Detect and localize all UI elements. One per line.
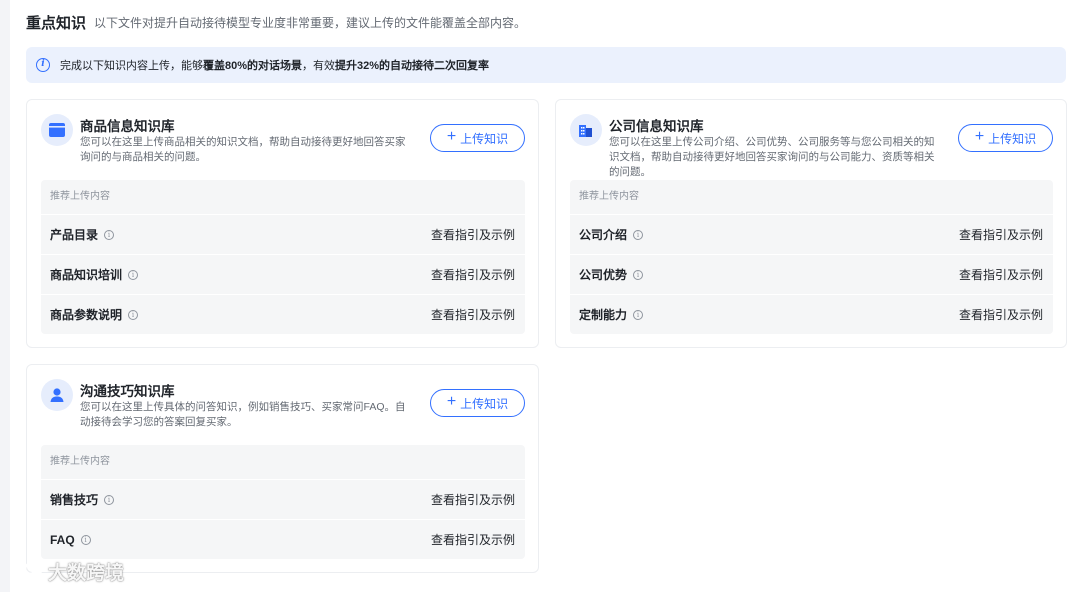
item-label: FAQ bbox=[50, 532, 75, 547]
notice-text-prefix: 完成以下知识内容上传，能够 bbox=[60, 60, 203, 72]
item-name: 定制能力 i bbox=[579, 306, 644, 323]
info-icon: i bbox=[36, 58, 50, 72]
box-icon bbox=[41, 114, 73, 146]
notice-text: 完成以下知识内容上传，能够覆盖80%的对话场景，有效提升32%的自动接待二次回复… bbox=[60, 57, 489, 73]
view-guide-link[interactable]: 查看指引及示例 bbox=[431, 306, 515, 323]
view-guide-link[interactable]: 查看指引及示例 bbox=[959, 226, 1043, 243]
recommended-list: 推荐上传内容 产品目录 i 查看指引及示例 商品知识培训 i 查看指引及示例 商品参… bbox=[41, 180, 525, 334]
info-notice: i 完成以下知识内容上传，能够覆盖80%的对话场景，有效提升32%的自动接待二次… bbox=[26, 47, 1066, 83]
item-label: 公司介绍 bbox=[579, 228, 628, 242]
recommended-header: 推荐上传内容 bbox=[50, 191, 110, 202]
view-guide-link[interactable]: 查看指引及示例 bbox=[431, 491, 515, 508]
item-label: 公司优势 bbox=[579, 268, 628, 282]
upload-knowledge-button[interactable]: + 上传知识 bbox=[958, 124, 1053, 152]
view-guide-link[interactable]: 查看指引及示例 bbox=[959, 306, 1043, 323]
card-description: 您可以在这里上传具体的问答知识，例如销售技巧、买家常问FAQ。自动接待会学习您的… bbox=[80, 401, 406, 428]
item-name: 公司优势 i bbox=[579, 266, 644, 283]
recommended-header: 推荐上传内容 bbox=[50, 456, 110, 467]
item-name: 商品参数说明 i bbox=[50, 306, 139, 323]
agent-icon bbox=[41, 379, 73, 411]
section-header: 重点知识 以下文件对提升自动接待模型专业度非常重要，建议上传的文件能覆盖全部内容… bbox=[26, 10, 526, 34]
card-description: 您可以在这里上传公司介绍、公司优势、公司服务等与您公司相关的知识文档，帮助自动接… bbox=[609, 136, 935, 178]
item-name: 商品知识培训 i bbox=[50, 266, 139, 283]
view-guide-link[interactable]: 查看指引及示例 bbox=[431, 226, 515, 243]
watermark-logo-icon bbox=[10, 560, 44, 580]
item-label: 销售技巧 bbox=[50, 493, 99, 507]
info-icon[interactable]: i bbox=[128, 269, 139, 280]
item-name: 产品目录 i bbox=[50, 226, 115, 243]
item-label: 商品参数说明 bbox=[50, 308, 123, 322]
list-item: 产品目录 i 查看指引及示例 bbox=[41, 214, 525, 254]
item-name: FAQ i bbox=[50, 533, 91, 547]
item-label: 商品知识培训 bbox=[50, 268, 123, 282]
info-icon[interactable]: i bbox=[633, 229, 644, 240]
watermark-text: 大数跨境 bbox=[48, 563, 125, 584]
view-guide-link[interactable]: 查看指引及示例 bbox=[431, 531, 515, 548]
view-guide-link[interactable]: 查看指引及示例 bbox=[431, 266, 515, 283]
upload-button-label: 上传知识 bbox=[988, 131, 1037, 146]
info-icon[interactable]: i bbox=[104, 494, 115, 505]
card-title: 沟通技巧知识库 bbox=[80, 384, 175, 399]
list-item: FAQ i 查看指引及示例 bbox=[41, 519, 525, 559]
list-item: 销售技巧 i 查看指引及示例 bbox=[41, 479, 525, 519]
list-item: 公司优势 i 查看指引及示例 bbox=[570, 254, 1053, 294]
recommended-list: 推荐上传内容 公司介绍 i 查看指引及示例 公司优势 i 查看指引及示例 定制能力 i… bbox=[570, 180, 1053, 334]
card-company-knowledge: 公司信息知识库 您可以在这里上传公司介绍、公司优势、公司服务等与您公司相关的知识… bbox=[555, 99, 1067, 348]
upload-button-label: 上传知识 bbox=[460, 396, 509, 411]
view-guide-link[interactable]: 查看指引及示例 bbox=[959, 266, 1043, 283]
upload-button-label: 上传知识 bbox=[460, 131, 509, 146]
info-icon[interactable]: i bbox=[633, 309, 644, 320]
card-title: 商品信息知识库 bbox=[80, 119, 175, 134]
card-description: 您可以在这里上传商品相关的知识文档，帮助自动接待更好地回答买家询问的与商品相关的… bbox=[80, 136, 406, 163]
list-item: 商品知识培训 i 查看指引及示例 bbox=[41, 254, 525, 294]
plus-icon: + bbox=[446, 393, 457, 410]
card-communication-knowledge: 沟通技巧知识库 您可以在这里上传具体的问答知识，例如销售技巧、买家常问FAQ。自… bbox=[26, 364, 539, 573]
info-icon[interactable]: i bbox=[104, 229, 115, 240]
notice-highlight-reply-rate: 提升32%的自动接待二次回复率 bbox=[335, 60, 490, 72]
recommended-list: 推荐上传内容 销售技巧 i 查看指引及示例 FAQ i 查看指引及示例 bbox=[41, 445, 525, 559]
card-title: 公司信息知识库 bbox=[609, 119, 704, 134]
building-icon bbox=[570, 114, 602, 146]
notice-text-mid: ，有效 bbox=[302, 60, 336, 72]
upload-knowledge-button[interactable]: + 上传知识 bbox=[430, 124, 525, 152]
page-description: 以下文件对提升自动接待模型专业度非常重要，建议上传的文件能覆盖全部内容。 bbox=[94, 15, 527, 30]
card-product-knowledge: 商品信息知识库 您可以在这里上传商品相关的知识文档，帮助自动接待更好地回答买家询… bbox=[26, 99, 539, 348]
page: 重点知识 以下文件对提升自动接待模型专业度非常重要，建议上传的文件能覆盖全部内容… bbox=[10, 0, 1080, 592]
info-icon[interactable]: i bbox=[633, 269, 644, 280]
list-item: 公司介绍 i 查看指引及示例 bbox=[570, 214, 1053, 254]
item-name: 销售技巧 i bbox=[50, 491, 115, 508]
item-name: 公司介绍 i bbox=[579, 226, 644, 243]
upload-knowledge-button[interactable]: + 上传知识 bbox=[430, 389, 525, 417]
item-label: 定制能力 bbox=[579, 308, 628, 322]
plus-icon: + bbox=[974, 128, 985, 145]
list-item: 商品参数说明 i 查看指引及示例 bbox=[41, 294, 525, 334]
watermark: 大数跨境 bbox=[8, 558, 124, 585]
recommended-header: 推荐上传内容 bbox=[579, 191, 639, 202]
info-icon[interactable]: i bbox=[128, 309, 139, 320]
item-label: 产品目录 bbox=[50, 228, 99, 242]
page-title: 重点知识 bbox=[26, 14, 87, 32]
list-item: 定制能力 i 查看指引及示例 bbox=[570, 294, 1053, 334]
plus-icon: + bbox=[446, 128, 457, 145]
notice-highlight-coverage: 覆盖80%的对话场景 bbox=[203, 60, 303, 72]
info-icon[interactable]: i bbox=[80, 534, 91, 545]
